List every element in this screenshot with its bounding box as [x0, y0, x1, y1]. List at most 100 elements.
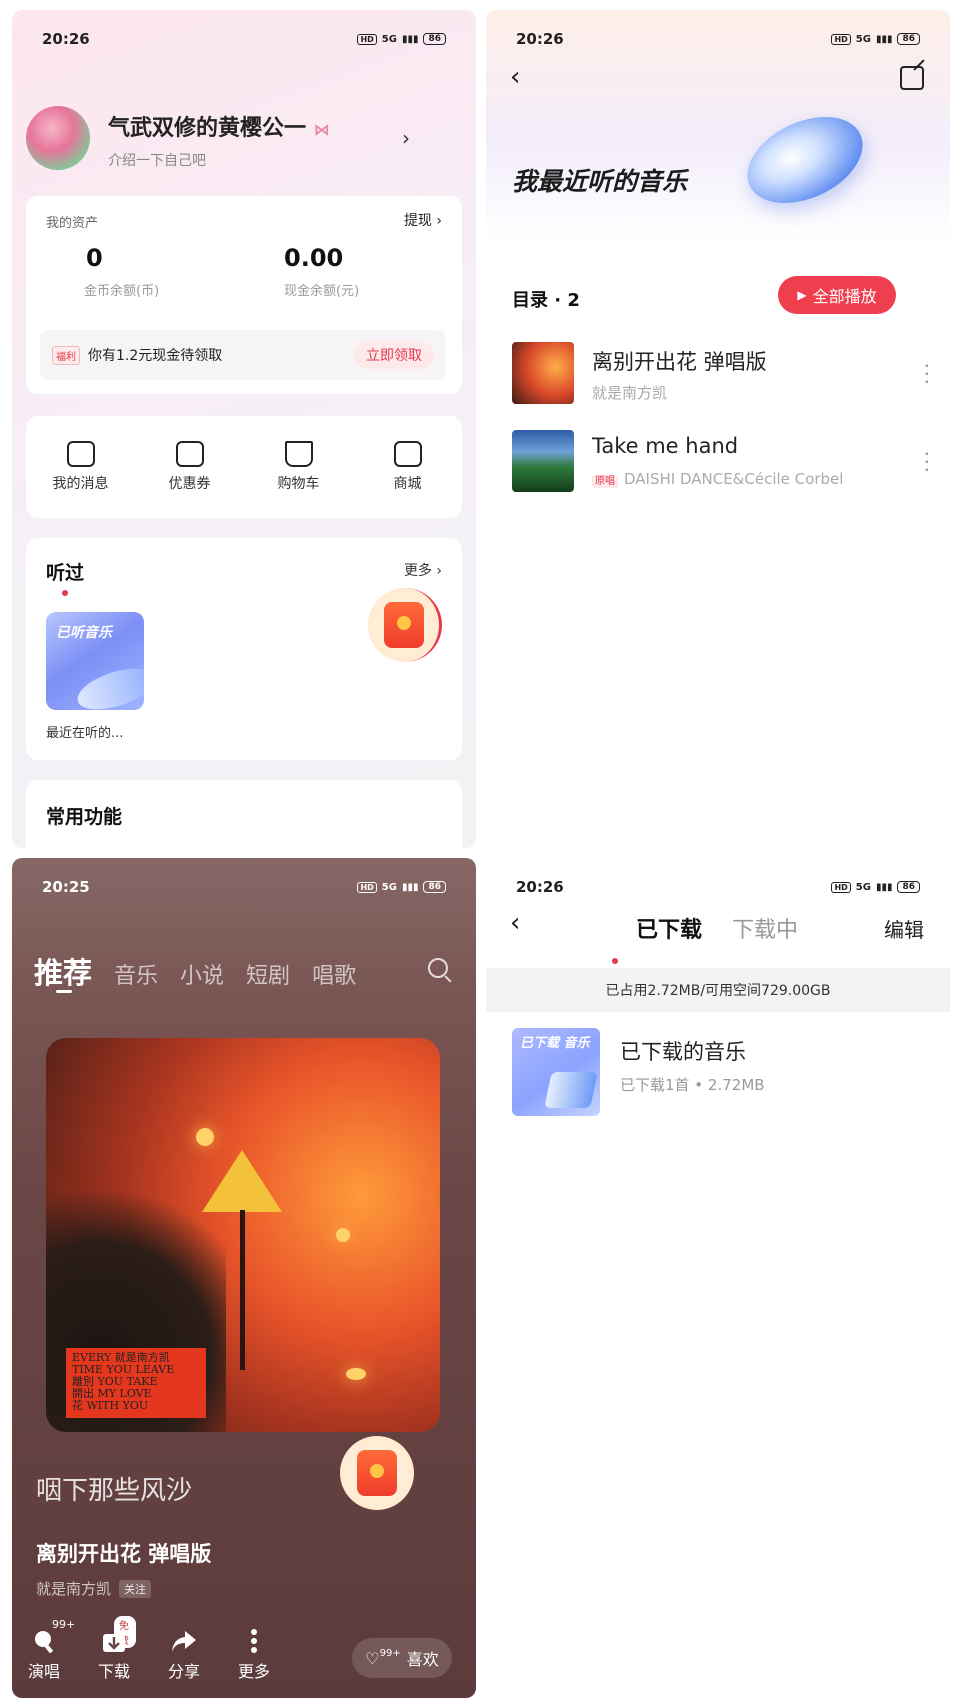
artist-name[interactable]: 就是南方凯 — [36, 1578, 111, 1599]
play-all-button[interactable]: ▶ 全部播放 — [778, 276, 896, 314]
hd-icon: HD — [831, 881, 851, 893]
storage-info: 已占用2.72MB/可用空间729.00GB — [486, 968, 950, 1012]
cash-balance: 0.00 — [284, 244, 344, 272]
top-tabs: 推荐 音乐 小说 短剧 唱歌 — [34, 950, 356, 992]
status-bar: 20:26 HD 5G ▮▮▮ 86 — [42, 28, 446, 50]
tab-downloaded[interactable]: 已下载 — [636, 912, 702, 944]
download-button[interactable]: 免费 下载 — [92, 1616, 136, 1682]
cover-label: 已下载 音乐 — [520, 1036, 590, 1051]
song-title: Take me hand — [592, 434, 739, 458]
share-button[interactable]: 分享 — [162, 1628, 206, 1682]
status-time: 20:25 — [42, 878, 90, 896]
signal-icon: ▮▮▮ — [875, 881, 893, 893]
downloaded-subtitle: 已下载1首 • 2.72MB — [620, 1076, 765, 1094]
unread-dot — [62, 590, 68, 596]
claim-button[interactable]: 立即领取 — [354, 341, 434, 369]
status-time: 20:26 — [516, 30, 564, 48]
shortcut-cart[interactable]: 购物车 — [254, 441, 344, 493]
shop-icon — [393, 441, 422, 467]
downloads-screen: 20:26 HD 5G ▮▮▮ 86 ‹ 已下载 下载中 编辑 已占用2.72M… — [486, 858, 950, 1698]
assets-title: 我的资产 — [46, 216, 99, 231]
bow-icon: ⋈ — [313, 120, 330, 139]
street-lamp — [336, 1228, 350, 1242]
artist-line: 就是南方凯 关注 — [36, 1578, 152, 1599]
song-row[interactable]: Take me hand 原唱 DAISHI DANCE&Cécile Corbe… — [512, 430, 930, 500]
song-title: 离别开出花 弹唱版 — [36, 1542, 212, 1566]
listened-album-thumb[interactable]: 已听音乐 — [46, 612, 144, 710]
player-screen: 20:25 HD 5G ▮▮▮ 86 推荐 音乐 小说 短剧 唱歌 EVERY … — [12, 858, 476, 1698]
profile-subtitle[interactable]: 介绍一下自己吧 — [108, 150, 206, 170]
tab-novel[interactable]: 小说 — [180, 958, 224, 990]
battery-icon: 86 — [423, 881, 446, 893]
song-cover — [512, 342, 574, 404]
status-bar: 20:26 HD 5G ▮▮▮ 86 — [516, 28, 920, 50]
current-lyric: 咽下那些风沙 — [36, 1476, 193, 1506]
red-packet-float-button[interactable] — [368, 588, 442, 662]
edit-button[interactable]: 编辑 — [884, 914, 924, 943]
cart-icon — [284, 441, 313, 467]
hd-icon: HD — [831, 33, 851, 45]
download-icon — [101, 1628, 127, 1654]
red-packet-float-button[interactable] — [340, 1436, 414, 1510]
network-label: 5G — [381, 881, 397, 893]
shortcut-grid: 我的消息 优惠券 购物车 商城 — [26, 416, 462, 518]
street-lamp — [346, 1368, 366, 1380]
heart-icon: ♡ — [365, 1648, 380, 1668]
download-glyph-icon — [544, 1072, 598, 1108]
status-bar: 20:25 HD 5G ▮▮▮ 86 — [42, 876, 446, 898]
song-row[interactable]: 离别开出花 弹唱版 就是南方凯 · · · — [512, 342, 930, 412]
more-options-icon[interactable]: · · · — [924, 356, 930, 392]
back-arrow-icon[interactable]: ‹ — [510, 908, 520, 938]
album-caption: 最近在听的... — [46, 726, 124, 741]
cover-text-card: EVERY 就是南方凯 TIME YOU LEAVE 離別 YOU TAKE 開… — [66, 1348, 206, 1418]
signal-icon: ▮▮▮ — [401, 33, 419, 45]
search-icon[interactable] — [428, 958, 448, 978]
follow-button[interactable]: 关注 — [119, 1579, 152, 1598]
more-button[interactable]: 更多 — [232, 1628, 276, 1682]
profile-name-text: 气武双修的黄樱公一 — [108, 116, 307, 141]
album-cover-art[interactable]: EVERY 就是南方凯 TIME YOU LEAVE 離別 YOU TAKE 開… — [46, 1038, 440, 1432]
shortcut-label: 商城 — [393, 476, 422, 492]
active-tab-dot — [612, 958, 618, 964]
welfare-text: 你有1.2元现金待领取 — [88, 348, 223, 364]
song-artist-line: 原唱 DAISHI DANCE&Cécile Corbel — [592, 470, 843, 488]
warning-sign — [202, 1150, 282, 1212]
shortcut-label: 优惠券 — [168, 476, 211, 492]
chevron-right-icon[interactable]: › — [402, 126, 410, 150]
tab-sing[interactable]: 唱歌 — [312, 958, 356, 990]
common-functions-title: 常用功能 — [46, 806, 123, 828]
profile-screen: 20:26 HD 5G ▮▮▮ 86 气武双修的黄樱公一 ⋈ 介绍一下自己吧 ›… — [12, 10, 476, 848]
shortcut-messages[interactable]: 我的消息 — [36, 441, 126, 493]
battery-icon: 86 — [423, 33, 446, 45]
song-artist: 就是南方凯 — [592, 384, 668, 402]
song-title: 离别开出花 弹唱版 — [592, 350, 767, 374]
shortcut-coupons[interactable]: 优惠券 — [145, 441, 235, 493]
coin-balance: 0 — [86, 244, 103, 272]
shortcut-shop[interactable]: 商城 — [363, 441, 453, 493]
downloaded-cover[interactable]: 已下载 音乐 — [512, 1028, 600, 1116]
tab-music[interactable]: 音乐 — [114, 958, 158, 990]
listened-more-link[interactable]: 更多 › — [404, 560, 442, 580]
network-label: 5G — [381, 33, 397, 45]
cash-balance-label: 现金余额(元) — [284, 284, 360, 299]
sing-button[interactable]: 99+ 演唱 — [22, 1618, 75, 1682]
profile-name[interactable]: 气武双修的黄樱公一 ⋈ — [108, 110, 330, 142]
battery-icon: 86 — [897, 33, 920, 45]
more-options-icon[interactable]: · · · — [924, 444, 930, 480]
tab-short-drama[interactable]: 短剧 — [246, 958, 290, 990]
page-title: 我最近听的音乐 — [512, 167, 688, 196]
more-icon — [241, 1628, 267, 1654]
tab-downloading[interactable]: 下载中 — [732, 912, 798, 944]
like-button[interactable]: ♡ 99+ 喜欢 — [352, 1638, 452, 1678]
downloaded-title[interactable]: 已下载的音乐 — [620, 1036, 746, 1066]
withdraw-link[interactable]: 提现 › — [404, 210, 442, 230]
avatar[interactable] — [26, 106, 90, 170]
listened-title: 听过 — [46, 562, 85, 584]
welfare-banner[interactable]: 福利 你有1.2元现金待领取 立即领取 — [40, 330, 446, 380]
edit-icon[interactable] — [900, 66, 924, 90]
back-arrow-icon[interactable]: ‹ — [510, 62, 520, 92]
tab-recommend[interactable]: 推荐 — [34, 950, 92, 992]
battery-icon: 86 — [897, 881, 920, 893]
coin-balance-label: 金币余额(币) — [84, 284, 160, 299]
shortcut-label: 购物车 — [277, 476, 320, 492]
